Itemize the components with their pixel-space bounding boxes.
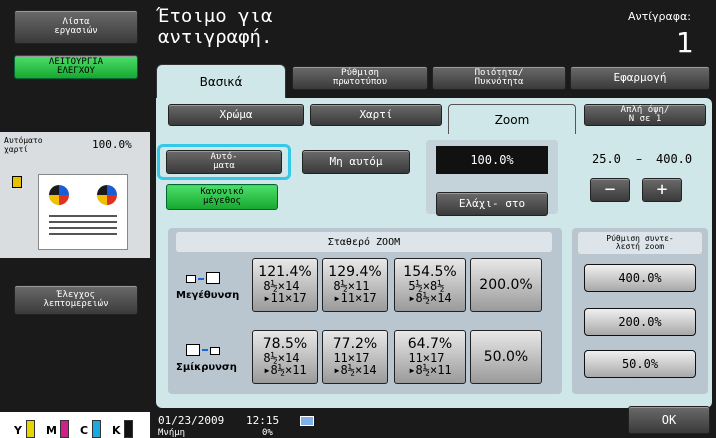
minimal-button[interactable]: Ελάχι- στο (436, 192, 548, 216)
pie-chart-icon (97, 185, 117, 205)
copies-label: Αντίγραφα: (628, 10, 691, 23)
manual-zoom-button[interactable]: Μη αυτόμ (302, 150, 410, 174)
enlarge-preset-1-pct: 121.4% (258, 264, 312, 281)
zoom-range-min: 25.0 (592, 152, 621, 166)
footer-memory-value: 0% (262, 428, 273, 438)
preview-panel: Αυτόματο χαρτί 100.0% (0, 132, 150, 258)
toner-label-k: K (112, 424, 121, 437)
work-list-button[interactable]: Λίστα εργασιών (14, 10, 138, 44)
reduce-preset-3[interactable]: 64.7% 11×17 ▸8½×11 (394, 330, 466, 384)
full-size-button[interactable]: Κανονικό μέγεθος (166, 184, 278, 210)
ok-button[interactable]: OK (628, 406, 710, 434)
tab-quality-density[interactable]: Ποιότητα/ Πυκνότητα (432, 66, 566, 90)
enlarge-label: Μεγέθυνση (176, 290, 240, 301)
toner-y-level (26, 420, 35, 438)
subtab-color[interactable]: Χρώμα (168, 104, 304, 126)
reduce-preset-3-pct: 64.7% (407, 336, 453, 353)
subtab-paper[interactable]: Χαρτί (310, 104, 442, 126)
enlarge-preset-3-size: 5½×8½ ▸8½×14 (408, 278, 452, 306)
preset-zoom-3[interactable]: 50.0% (584, 350, 696, 378)
enlarge-preset-2-pct: 129.4% (328, 264, 382, 281)
paper-tray-icon (12, 176, 22, 188)
toner-m-level (60, 420, 69, 438)
enlarge-preset-1[interactable]: 121.4% 8½×14 ▸11×17 (252, 258, 318, 312)
toner-label-c: C (80, 424, 89, 437)
zoom-value-display: 100.0% (436, 146, 548, 174)
enlarge-preset-2[interactable]: 129.4% 8½×11 ▸11×17 (322, 258, 388, 312)
enlarge-preset-2-size: 8½×11 ▸11×17 (333, 278, 377, 306)
zoom-minus-button[interactable]: − (590, 178, 630, 202)
sidebar-zoom-value: 100.0% (92, 138, 132, 151)
status-message: Έτοιμο για αντιγραφή. (158, 5, 273, 48)
toner-label-m: M (46, 424, 57, 437)
preset-zoom-title: Ρύθμιση συντε- λεστή zoom (578, 232, 702, 254)
copies-count: 1 (676, 26, 694, 59)
toner-label-y: Y (14, 424, 22, 437)
toner-k-level (124, 420, 133, 438)
enlarge-preset-4[interactable]: 200.0% (470, 258, 542, 312)
footer-time: 12:15 (246, 414, 280, 427)
reduce-preset-3-size: 11×17 ▸8½×11 (408, 350, 452, 378)
toner-bar: Y M C K (0, 412, 150, 438)
reduce-preset-4-pct: 50.0% (483, 348, 529, 365)
reduce-preset-1-pct: 78.5% (262, 336, 308, 353)
fixed-zoom-title: Σταθερό ZOOM (176, 232, 552, 252)
reduce-preset-2-size: 11×17 ▸8½×14 (333, 350, 377, 378)
auto-paper-label: Αυτόματο χαρτί (4, 136, 43, 154)
reduce-preset-1-size: 8½×14 ▸8½×11 (263, 350, 307, 378)
preset-zoom-1[interactable]: 400.0% (584, 264, 696, 292)
network-icon (300, 414, 314, 426)
enlarge-preset-3-pct: 154.5% (403, 264, 457, 281)
tab-original-settings[interactable]: Ρύθμιση πρωτοτύπου (292, 66, 428, 90)
zoom-plus-button[interactable]: + (642, 178, 682, 202)
tab-application[interactable]: Εφαρμογή (570, 66, 710, 90)
reduce-preset-2[interactable]: 77.2% 11×17 ▸8½×14 (322, 330, 388, 384)
footer-date: 01/23/2009 (158, 414, 225, 427)
auto-zoom-button[interactable]: Αυτό- ματα (166, 150, 282, 174)
enlarge-icon (186, 272, 230, 286)
reduce-preset-2-pct: 77.2% (332, 336, 378, 353)
footer-memory-label: Μνήμη (158, 428, 186, 438)
detail-check-button[interactable]: Έλεγχος λεπτομερειών (14, 285, 138, 315)
zoom-range-dash: – (636, 152, 642, 166)
toner-c-level (92, 420, 101, 438)
preset-zoom-2[interactable]: 200.0% (584, 308, 696, 336)
enlarge-preset-1-size: 8½×14 ▸11×17 (263, 278, 307, 306)
reduce-label: Σμίκρυνση (176, 362, 237, 373)
subtab-simplex-nup[interactable]: Απλή όψη/ Ν σε 1 (584, 104, 706, 126)
reduce-icon (186, 344, 230, 358)
enlarge-preset-4-pct: 200.0% (479, 276, 533, 293)
zoom-range-max: 400.0 (656, 152, 693, 166)
reduce-preset-4[interactable]: 50.0% (470, 330, 542, 384)
control-function-button[interactable]: ΛΕΙΤΟΥΡΓΙΑ ΕΛΕΓΧΟΥ (14, 55, 138, 79)
pie-chart-icon (49, 185, 69, 205)
enlarge-preset-3[interactable]: 154.5% 5½×8½ ▸8½×14 (394, 258, 466, 312)
reduce-preset-1[interactable]: 78.5% 8½×14 ▸8½×11 (252, 330, 318, 384)
document-preview (38, 174, 128, 250)
subtab-zoom[interactable]: Zoom (448, 104, 576, 134)
tab-basic[interactable]: Βασικά (156, 64, 286, 98)
